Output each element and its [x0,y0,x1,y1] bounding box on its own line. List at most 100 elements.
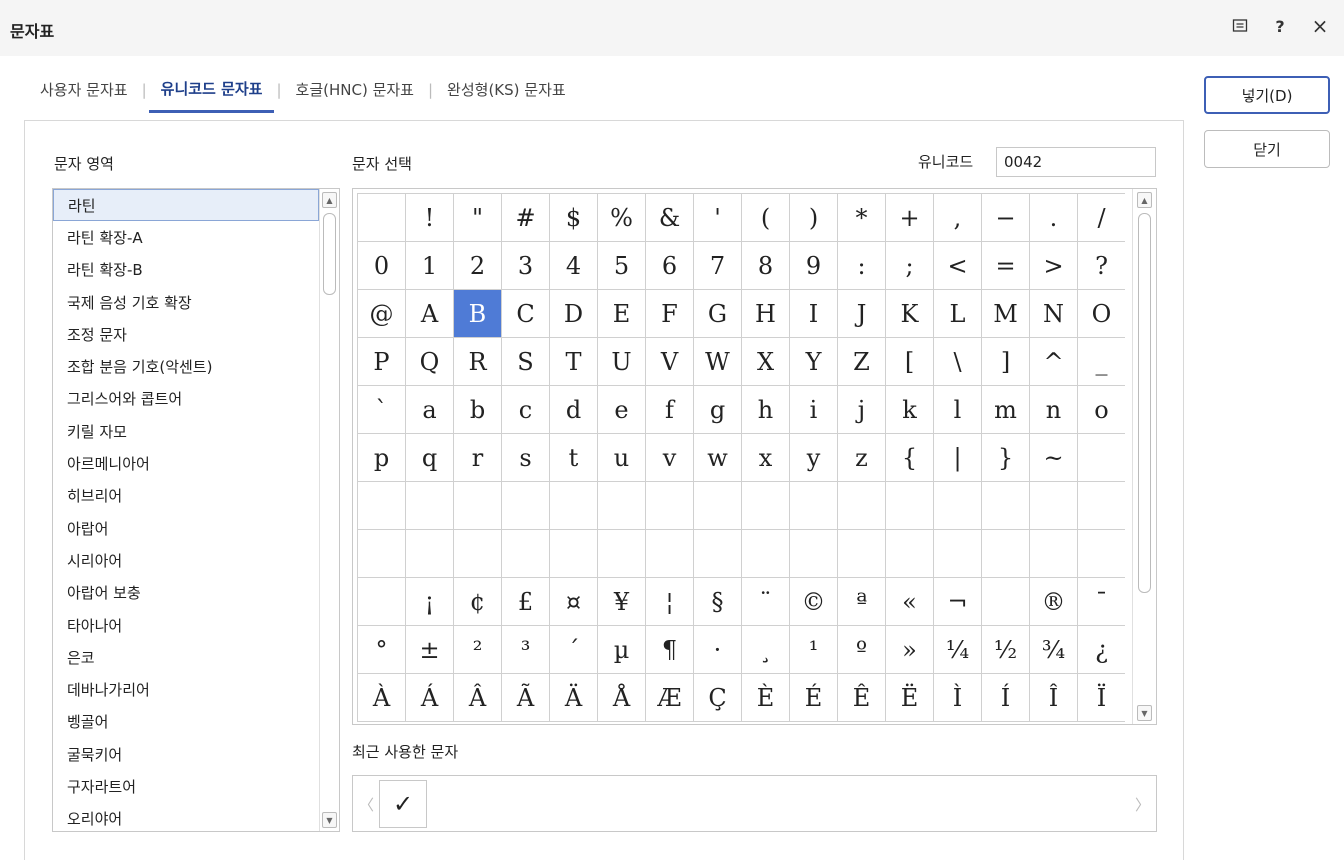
char-cell[interactable] [1078,434,1125,482]
char-cell[interactable]: Q [406,338,454,386]
char-grid-scrollbar[interactable]: ▲ ▼ [1132,189,1156,724]
char-cell[interactable]: f [646,386,694,434]
char-cell[interactable] [790,530,838,578]
char-cell[interactable]: ¿ [1078,626,1125,674]
char-cell[interactable]: U [598,338,646,386]
char-cell[interactable] [502,482,550,530]
char-cell[interactable]: ! [406,194,454,242]
char-cell[interactable]: b [454,386,502,434]
char-cell[interactable]: ) [790,194,838,242]
char-cell[interactable]: @ [358,290,406,338]
char-cell[interactable]: [ [886,338,934,386]
char-cell[interactable]: a [406,386,454,434]
char-cell[interactable]: = [982,242,1030,290]
char-cell[interactable]: − [982,194,1030,242]
char-area-item[interactable]: 그리스어와 콥트어 [53,383,319,415]
char-cell[interactable] [598,482,646,530]
char-cell[interactable] [742,530,790,578]
char-cell[interactable] [886,482,934,530]
scroll-up-icon[interactable]: ▲ [322,192,337,208]
char-cell[interactable]: ª [838,578,886,626]
char-cell[interactable] [1078,530,1125,578]
char-cell[interactable]: ³ [502,626,550,674]
char-cell[interactable] [982,578,1030,626]
char-cell[interactable]: v [646,434,694,482]
char-cell[interactable]: ¡ [406,578,454,626]
char-cell[interactable]: ¯ [1078,578,1125,626]
char-cell[interactable]: V [646,338,694,386]
char-cell[interactable]: ¸ [742,626,790,674]
char-cell[interactable]: ¬ [934,578,982,626]
char-cell[interactable] [694,530,742,578]
unicode-code-input[interactable] [996,147,1156,177]
char-cell[interactable]: # [502,194,550,242]
char-cell[interactable]: | [934,434,982,482]
char-cell[interactable]: 4 [550,242,598,290]
char-cell[interactable]: S [502,338,550,386]
char-cell[interactable] [454,530,502,578]
char-cell[interactable]: É [790,674,838,722]
char-cell[interactable]: Î [1030,674,1078,722]
char-cell[interactable]: h [742,386,790,434]
char-cell[interactable]: À [358,674,406,722]
char-cell[interactable] [886,530,934,578]
char-cell[interactable] [358,530,406,578]
char-cell[interactable]: ^ [1030,338,1078,386]
char-cell[interactable]: K [886,290,934,338]
char-cell[interactable] [790,482,838,530]
char-cell[interactable]: P [358,338,406,386]
char-cell[interactable] [646,530,694,578]
chevron-left-icon[interactable]: 〈 [359,794,374,815]
char-cell[interactable]: A [406,290,454,338]
char-cell[interactable]: ¹ [790,626,838,674]
char-cell[interactable]: I [790,290,838,338]
char-cell[interactable] [838,530,886,578]
char-cell[interactable]: ¤ [550,578,598,626]
char-cell[interactable]: º [838,626,886,674]
char-cell[interactable]: < [934,242,982,290]
char-area-item[interactable]: 히브리어 [53,480,319,512]
char-cell[interactable] [550,530,598,578]
char-cell[interactable] [646,482,694,530]
tab-user-chartable[interactable]: 사용자 문자표 [40,79,128,112]
char-cell[interactable]: N [1030,290,1078,338]
char-cell[interactable]: ( [742,194,790,242]
char-area-item[interactable]: 키릴 자모 [53,415,319,447]
char-cell[interactable]: ¼ [934,626,982,674]
char-cell[interactable]: ½ [982,626,1030,674]
char-cell[interactable]: ¢ [454,578,502,626]
char-cell[interactable]: Â [454,674,502,722]
char-cell[interactable]: j [838,386,886,434]
close-icon[interactable]: × [1310,14,1330,38]
char-area-item[interactable]: 굴묵키어 [53,738,319,770]
char-cell[interactable]: D [550,290,598,338]
char-cell[interactable]: R [454,338,502,386]
char-cell[interactable]: 5 [598,242,646,290]
char-cell[interactable]: Ã [502,674,550,722]
char-cell[interactable]: o [1078,386,1125,434]
char-cell[interactable] [358,482,406,530]
char-cell[interactable]: 6 [646,242,694,290]
char-cell[interactable] [694,482,742,530]
char-cell[interactable]: r [454,434,502,482]
help-icon[interactable]: ? [1270,16,1290,36]
char-cell[interactable]: 9 [790,242,838,290]
char-cell[interactable]: 1 [406,242,454,290]
insert-button[interactable]: 넣기(D) [1204,76,1330,114]
char-cell[interactable]: ] [982,338,1030,386]
char-cell[interactable]: : [838,242,886,290]
char-area-item[interactable]: 오리야어 [53,803,319,835]
char-area-item[interactable]: 데바나가리어 [53,673,319,705]
char-cell[interactable]: Z [838,338,886,386]
char-cell[interactable]: p [358,434,406,482]
char-cell[interactable]: · [694,626,742,674]
char-cell[interactable]: Y [790,338,838,386]
char-cell[interactable] [1030,530,1078,578]
char-cell[interactable]: \ [934,338,982,386]
char-cell[interactable]: ¶ [646,626,694,674]
char-cell[interactable] [1030,482,1078,530]
char-cell[interactable]: _ [1078,338,1125,386]
tab-hnc-chartable[interactable]: 호글(HNC) 문자표 [296,79,414,112]
char-area-item[interactable]: 은코 [53,641,319,673]
char-cell[interactable]: , [934,194,982,242]
